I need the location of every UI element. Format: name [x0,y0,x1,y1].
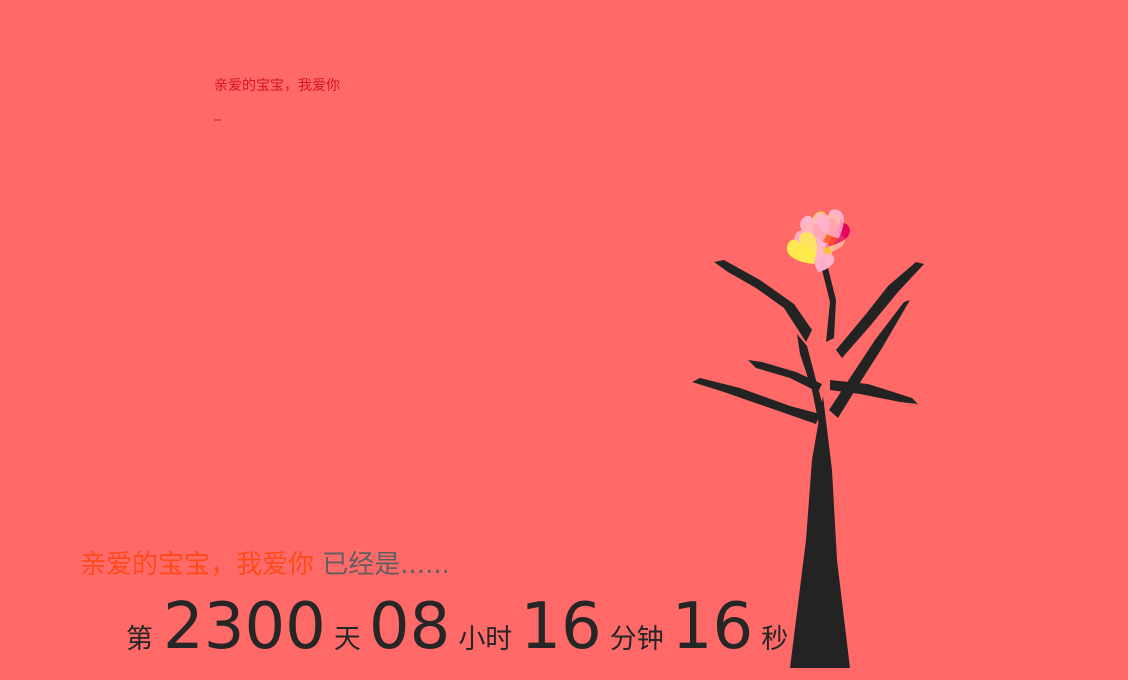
love-phrase: 亲爱的宝宝，我爱你 [80,550,315,580]
heart-tree-illustration [692,206,924,668]
love-line: 亲爱的宝宝，我爱你 已经是...... [80,548,450,582]
heart-leaves [783,206,853,277]
counter-days-unit: 天 [333,624,361,655]
tree-trunk [692,230,924,668]
counter-hours-unit: 小时 [458,624,513,655]
counter-days: 2300 [163,590,326,664]
typed-message: 亲爱的宝宝，我爱你 [214,78,340,94]
counter-prefix: 第 [126,624,153,655]
already-phrase: 已经是...... [322,550,450,580]
typed-cursor: _ [214,105,221,121]
counter-hours: 08 [368,590,451,664]
